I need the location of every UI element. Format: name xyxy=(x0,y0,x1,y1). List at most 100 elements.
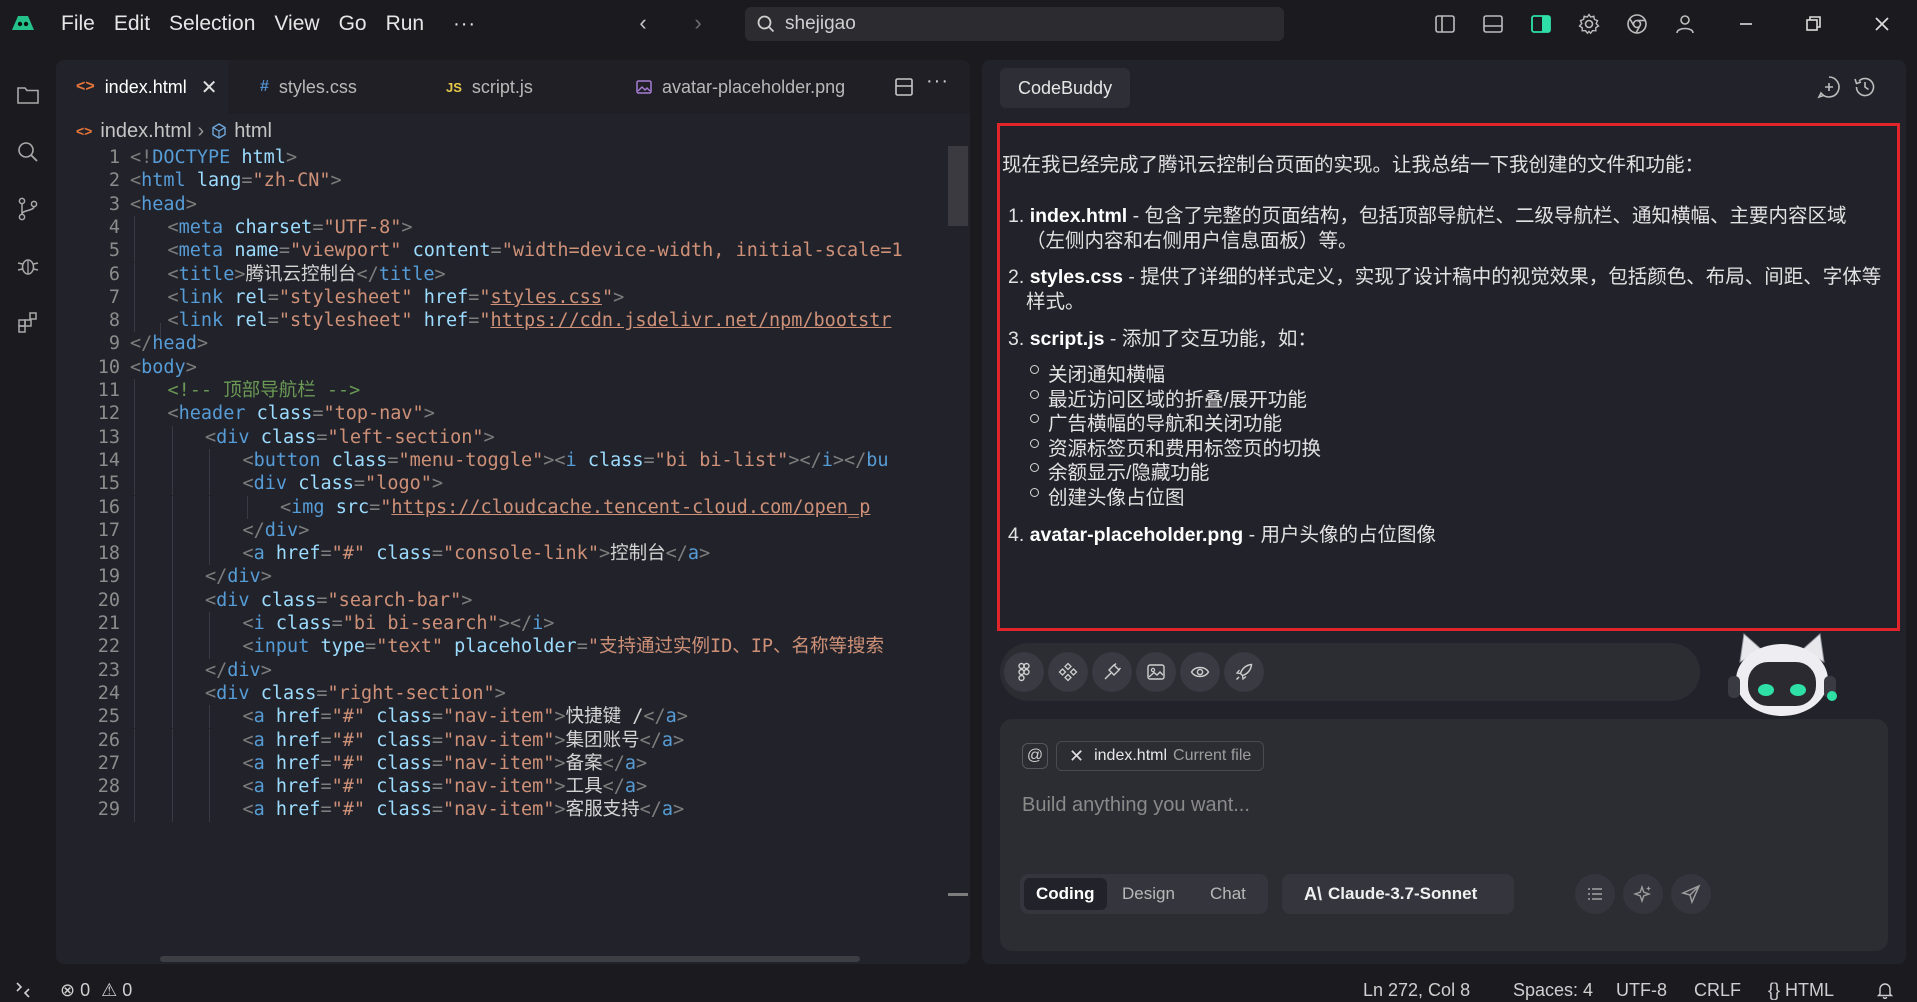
toggle-panel-icon[interactable] xyxy=(1481,12,1505,36)
code-line: 20 <div class="search-bar"> xyxy=(56,588,970,612)
extensions-icon[interactable] xyxy=(15,310,41,336)
code-area[interactable]: 1 <!DOCTYPE html> 2 <html lang="zh-CN"> 3 <he… xyxy=(56,146,970,964)
vertical-scrollbar[interactable] xyxy=(948,146,968,226)
breadcrumb-file[interactable]: index.html xyxy=(100,120,191,143)
close-window-icon[interactable] xyxy=(1870,12,1894,36)
model-name: Claude-3.7-Sonnet xyxy=(1328,884,1478,903)
debug-icon[interactable] xyxy=(15,253,41,279)
enhance-prompt-button[interactable] xyxy=(1623,874,1663,914)
deploy-button[interactable] xyxy=(1224,652,1264,692)
code-line: 29 <a href="#" class="nav-item">客服支持</a> xyxy=(56,798,970,822)
forward-arrow-icon[interactable]: › xyxy=(686,11,710,35)
chevron-right-icon: › xyxy=(197,119,205,142)
settings-gear-icon[interactable] xyxy=(1577,12,1601,36)
panel-title-tab[interactable]: CodeBuddy xyxy=(1000,68,1131,108)
indent-guide xyxy=(134,798,135,822)
menu-selection[interactable]: Selection xyxy=(169,12,255,36)
search-icon xyxy=(757,15,775,33)
list-item-1-continued: （左侧内容和右侧用户信息面板）等。 xyxy=(1026,230,1358,252)
code-line: 10 <body> xyxy=(56,356,970,379)
menu-more-icon[interactable]: ··· xyxy=(453,13,476,36)
more-actions-icon[interactable]: ··· xyxy=(926,70,949,93)
encoding[interactable]: UTF-8 xyxy=(1616,980,1667,1001)
line-number: 1 xyxy=(108,147,120,168)
tab-index-html[interactable]: <> index.html ✕ xyxy=(56,60,228,114)
line-text: <button class="menu-toggle"><i class="bi… xyxy=(242,449,889,471)
html-file-icon: <> xyxy=(76,78,95,95)
line-ending[interactable]: CRLF xyxy=(1694,980,1741,1001)
history-icon[interactable] xyxy=(1852,74,1878,100)
response-intro: 现在我已经完成了腾讯云控制台页面的实现。让我总结一下我创建的文件和功能： xyxy=(1002,154,1705,176)
cursor-position[interactable]: Ln 272, Col 8 xyxy=(1363,980,1470,1001)
indentation[interactable]: Spaces: 4 xyxy=(1513,980,1593,1001)
remove-context-icon[interactable]: ✕ xyxy=(1069,746,1084,767)
tab-label: avatar-placeholder.png xyxy=(662,76,846,97)
status-bar: ⊗ 0 ⚠ 0 Ln 272, Col 8 Spaces: 4 UTF-8 CR… xyxy=(0,978,1917,1002)
new-chat-icon[interactable] xyxy=(1816,74,1842,100)
tab-styles-css[interactable]: # styles.css xyxy=(252,60,422,114)
image-file-icon xyxy=(636,80,652,94)
mode-design[interactable]: Design xyxy=(1110,878,1187,910)
toggle-secondary-sidebar-icon[interactable] xyxy=(1529,12,1553,36)
figma-button[interactable] xyxy=(1004,652,1044,692)
language-mode[interactable]: {} HTML xyxy=(1768,980,1834,1001)
minimize-icon[interactable] xyxy=(1734,12,1758,36)
notifications-bell-icon[interactable] xyxy=(1876,981,1894,999)
command-search[interactable] xyxy=(745,7,1284,41)
symbol-element-icon xyxy=(212,123,226,139)
line-number: 29 xyxy=(97,799,120,821)
context-file-name: index.html xyxy=(1094,747,1168,764)
indent-guide xyxy=(134,472,135,496)
send-button[interactable] xyxy=(1671,874,1711,914)
source-control-icon[interactable] xyxy=(15,196,41,222)
code-line: 26 <a href="#" class="nav-item">集团账号</a> xyxy=(56,728,970,752)
indent-guide xyxy=(171,612,173,636)
breadcrumb-symbol[interactable]: html xyxy=(234,120,272,143)
menu-view[interactable]: View xyxy=(274,12,319,36)
line-number: 13 xyxy=(97,426,120,448)
code-line: 9 </head> xyxy=(56,332,970,355)
code-line: 14 <button class="menu-toggle"><i class="… xyxy=(56,448,970,473)
bullet-icon xyxy=(1030,463,1039,472)
remote-icon[interactable] xyxy=(14,981,32,999)
close-tab-icon[interactable]: ✕ xyxy=(201,75,218,100)
mention-button[interactable]: @ xyxy=(1022,743,1048,769)
menu-go[interactable]: Go xyxy=(339,12,367,36)
preview-button[interactable] xyxy=(1180,652,1220,692)
back-arrow-icon[interactable]: ‹ xyxy=(631,11,655,35)
tab-avatar-placeholder[interactable]: avatar-placeholder.png xyxy=(628,60,868,114)
menu-edit[interactable]: Edit xyxy=(114,12,150,36)
figma-icon xyxy=(1018,662,1030,682)
task-list-button[interactable] xyxy=(1575,874,1615,914)
menu-run[interactable]: Run xyxy=(386,12,425,36)
menu-file[interactable]: File xyxy=(61,12,95,36)
indent-guide xyxy=(209,612,210,636)
account-icon[interactable] xyxy=(1673,12,1697,36)
line-number: 8 xyxy=(108,310,120,332)
image-upload-button[interactable] xyxy=(1136,652,1176,692)
indent-guide xyxy=(134,612,135,636)
model-selector[interactable]: A\ Claude-3.7-Sonnet xyxy=(1282,874,1514,914)
problems-indicator[interactable]: ⊗ 0 ⚠ 0 xyxy=(60,980,132,1001)
search-icon[interactable] xyxy=(15,139,41,165)
tab-script-js[interactable]: JS script.js xyxy=(438,60,608,114)
language-name: HTML xyxy=(1785,980,1835,1000)
browser-icon[interactable] xyxy=(1625,12,1649,36)
explorer-icon[interactable] xyxy=(15,82,41,108)
code-line: 19 </div> xyxy=(56,565,970,589)
components-button[interactable] xyxy=(1048,652,1088,692)
line-text: <img src="https://cloudcache.tencent-clo… xyxy=(280,496,871,518)
horizontal-scrollbar[interactable] xyxy=(160,956,860,962)
integrations-button[interactable] xyxy=(1092,652,1132,692)
line-number: 10 xyxy=(97,356,120,378)
line-number: 25 xyxy=(97,706,120,728)
restore-icon[interactable] xyxy=(1801,12,1825,36)
split-editor-icon[interactable] xyxy=(894,77,914,97)
search-input[interactable] xyxy=(785,11,1265,37)
line-number: 26 xyxy=(97,729,120,751)
chat-prompt-input[interactable] xyxy=(1022,787,1822,823)
context-file-chip[interactable]: ✕ index.html Current file xyxy=(1056,741,1265,771)
mode-coding[interactable]: Coding xyxy=(1024,878,1107,910)
mode-chat[interactable]: Chat xyxy=(1198,878,1258,910)
toggle-primary-sidebar-icon[interactable] xyxy=(1433,12,1457,36)
